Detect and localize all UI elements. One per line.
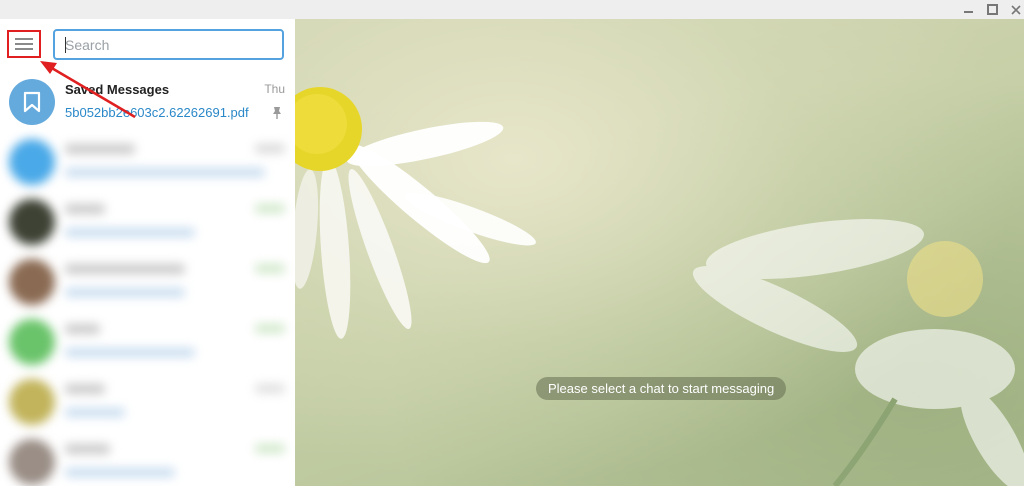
bookmark-icon (23, 91, 41, 113)
chat-area: Please select a chat to start messaging (295, 19, 1024, 486)
daisy-right (692, 219, 1024, 486)
blurred-name (65, 384, 105, 394)
blurred-time (255, 204, 285, 213)
chat-item-blurred[interactable] (0, 312, 295, 372)
chat-name: Saved Messages (65, 82, 170, 97)
blurred-name (65, 264, 185, 274)
minimize-button[interactable] (956, 0, 980, 19)
avatar (9, 319, 55, 365)
avatar (9, 439, 55, 485)
search-box[interactable] (53, 29, 284, 60)
chat-item-blurred[interactable] (0, 372, 295, 432)
blurred-name (65, 444, 110, 454)
pin-icon (273, 107, 281, 119)
avatar (9, 199, 55, 245)
close-button[interactable] (1004, 0, 1024, 19)
chat-item-blurred[interactable] (0, 132, 295, 192)
chat-time: Thu (264, 82, 285, 96)
maximize-icon (986, 4, 998, 15)
close-icon (1011, 4, 1021, 15)
minimize-icon (963, 10, 973, 13)
sidebar: Saved Messages Thu 5b052bb2e603c2.622626… (0, 19, 295, 486)
chat-item-blurred[interactable] (0, 252, 295, 312)
blurred-name (65, 144, 135, 154)
blurred-preview (65, 468, 175, 477)
daisy-left (295, 87, 536, 339)
blurred-preview (65, 288, 185, 297)
blurred-preview (65, 348, 195, 357)
blurred-time (255, 384, 285, 393)
blurred-preview (65, 228, 195, 237)
main-menu-button[interactable] (7, 30, 41, 58)
blurred-time (255, 444, 285, 453)
chat-item-blurred[interactable] (0, 192, 295, 252)
title-bar (0, 0, 1024, 19)
chat-item-saved-messages[interactable]: Saved Messages Thu 5b052bb2e603c2.622626… (0, 72, 295, 132)
select-chat-message: Please select a chat to start messaging (536, 377, 787, 400)
blurred-preview (65, 168, 265, 177)
blurred-time (255, 324, 285, 333)
blurred-time (255, 144, 285, 153)
daisy-wallpaper (295, 87, 1024, 486)
avatar (9, 79, 55, 125)
avatar (9, 259, 55, 305)
avatar (9, 139, 55, 185)
blurred-time (255, 264, 285, 273)
search-input[interactable] (55, 31, 280, 58)
chat-item-blurred[interactable] (0, 432, 295, 486)
hamburger-menu-icon (15, 38, 33, 50)
blurred-name (65, 324, 100, 334)
blurred-name (65, 204, 105, 214)
blurred-preview (65, 408, 125, 417)
text-caret (65, 37, 66, 53)
avatar (9, 379, 55, 425)
chat-preview: 5b052bb2e603c2.62262691.pdf (65, 105, 249, 120)
maximize-button[interactable] (980, 0, 1004, 19)
